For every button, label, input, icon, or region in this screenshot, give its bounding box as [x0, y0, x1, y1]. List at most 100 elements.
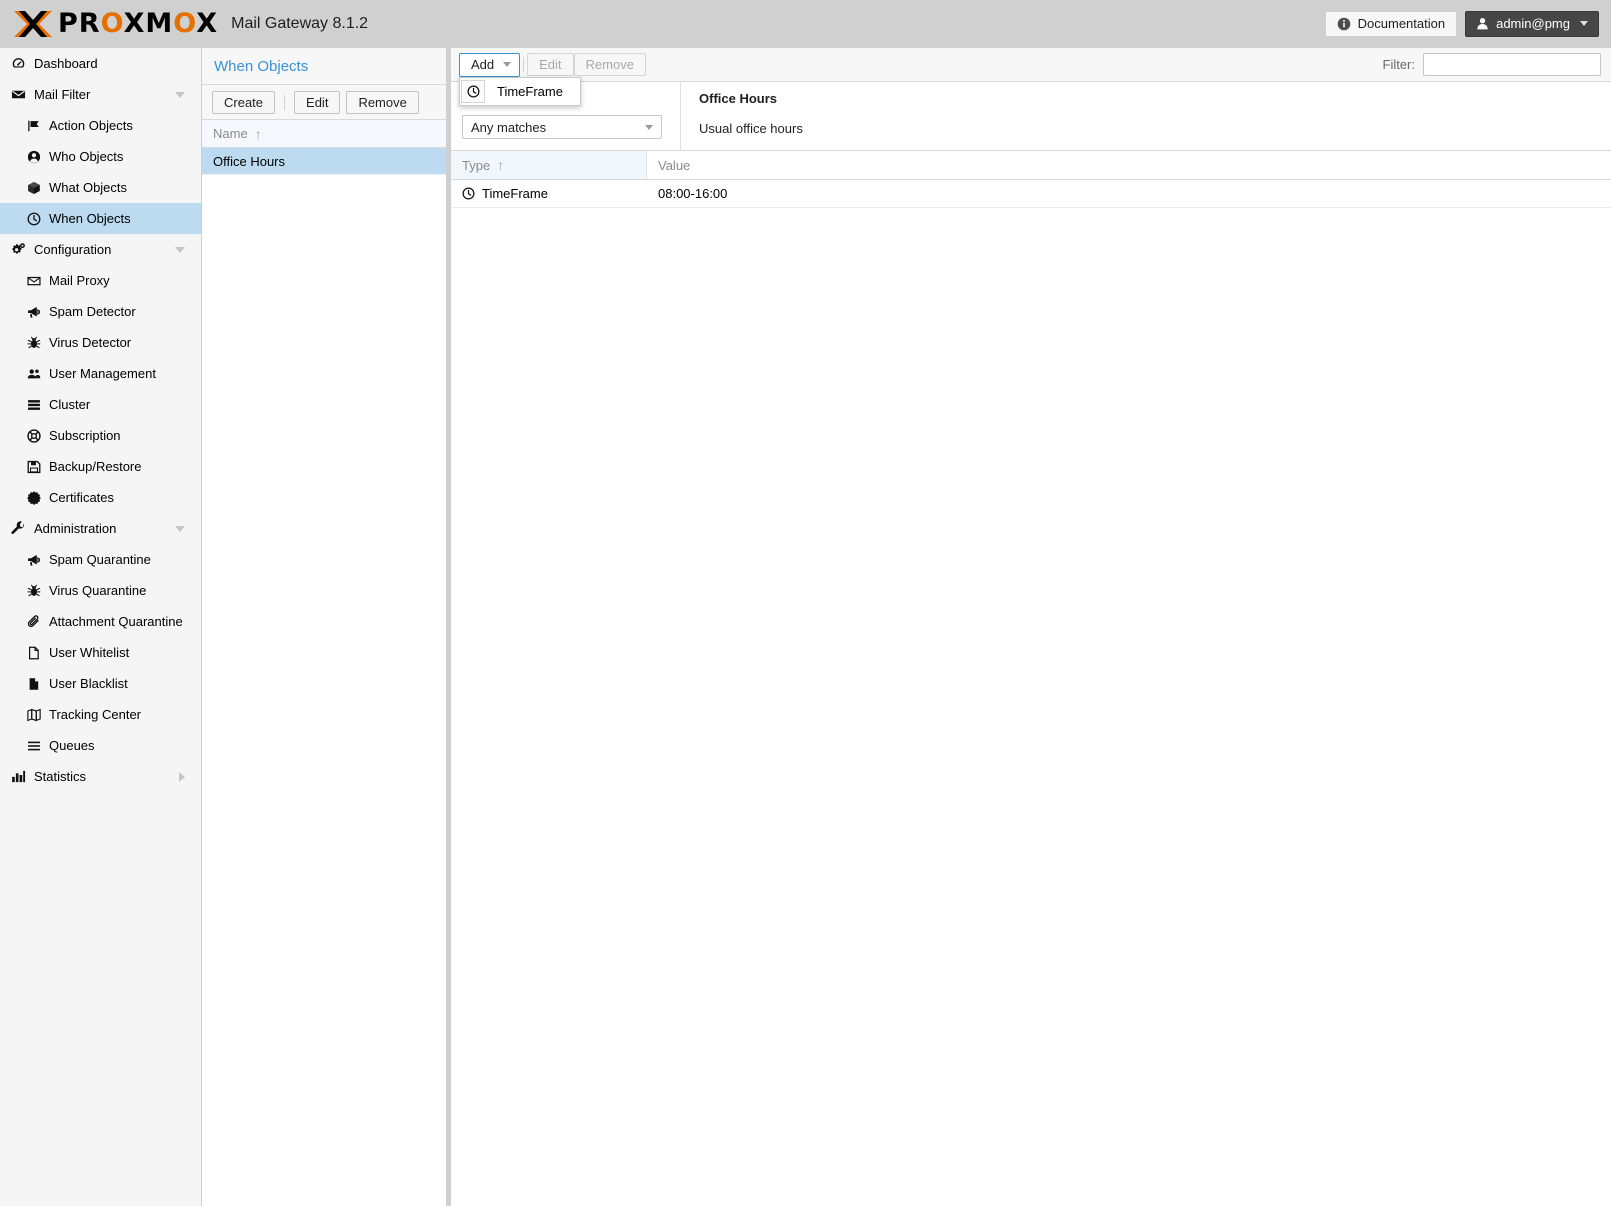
detail-remove-button[interactable]: Remove: [574, 53, 646, 76]
cube-icon: [25, 181, 42, 195]
value-column-label: Value: [658, 158, 690, 173]
logo-part-o1: O: [101, 8, 124, 39]
sidebar-item-mail-filter[interactable]: Mail Filter: [0, 79, 201, 110]
match-if-select[interactable]: Any matches: [462, 115, 662, 139]
bug-icon: [25, 336, 42, 350]
create-button[interactable]: Create: [212, 91, 275, 114]
toolbar-separator: [523, 57, 524, 72]
cell-value-label: 08:00-16:00: [658, 186, 727, 201]
chevron-right-icon[interactable]: [179, 772, 185, 782]
name-column-header[interactable]: Name ↑: [202, 120, 446, 148]
sidebar-item-label: Dashboard: [34, 56, 98, 71]
envelope-open-icon: [25, 274, 42, 288]
logo-part-pr: PR: [58, 8, 101, 39]
sidebar-item-virus-detector[interactable]: Virus Detector: [0, 327, 201, 358]
grid-rows: TimeFrame 08:00-16:00: [451, 180, 1611, 208]
user-label: admin@pmg: [1496, 16, 1570, 31]
sidebar-item-label: Attachment Quarantine: [49, 614, 183, 629]
sort-ascending-icon: ↑: [255, 126, 262, 142]
object-detail-panel: Add Edit Remove Filter: TimeFrame Match …: [450, 47, 1611, 1206]
toolbar-separator: [284, 95, 285, 110]
sidebar-item-label: Who Objects: [49, 149, 123, 164]
sidebar-item-what-objects[interactable]: What Objects: [0, 172, 201, 203]
sidebar-item-queues[interactable]: Queues: [0, 730, 201, 761]
sidebar-item-label: What Objects: [49, 180, 127, 195]
app-body: Dashboard Mail Filter Action Objects Who Ob…: [0, 47, 1611, 1206]
sidebar-item-cluster[interactable]: Cluster: [0, 389, 201, 420]
cell-type: TimeFrame: [451, 180, 647, 207]
list-icon: [25, 739, 42, 753]
filter-input[interactable]: [1423, 53, 1601, 76]
sidebar-item-label: Virus Quarantine: [49, 583, 146, 598]
sidebar-item-when-objects[interactable]: When Objects: [0, 203, 201, 234]
envelope-icon: [10, 87, 27, 102]
sidebar-item-label: Spam Quarantine: [49, 552, 151, 567]
remove-button[interactable]: Remove: [346, 91, 418, 114]
chevron-down-icon[interactable]: [175, 247, 185, 253]
sidebar-item-label: When Objects: [49, 211, 131, 226]
sidebar-item-virus-quarantine[interactable]: Virus Quarantine: [0, 575, 201, 606]
file-outline-icon: [25, 646, 42, 660]
sidebar-item-user-whitelist[interactable]: User Whitelist: [0, 637, 201, 668]
type-column-header[interactable]: Type ↑: [451, 151, 647, 179]
sidebar-item-label: Backup/Restore: [49, 459, 142, 474]
chevron-down-icon[interactable]: [175, 92, 185, 98]
users-icon: [25, 367, 42, 381]
list-item[interactable]: Office Hours: [202, 148, 446, 175]
table-row[interactable]: TimeFrame 08:00-16:00: [451, 180, 1611, 208]
sidebar-item-subscription[interactable]: Subscription: [0, 420, 201, 451]
user-icon: [1476, 17, 1489, 30]
clock-icon: [25, 212, 42, 226]
sidebar-item-user-management[interactable]: User Management: [0, 358, 201, 389]
sidebar-item-label: Tracking Center: [49, 707, 141, 722]
chevron-down-icon[interactable]: [175, 526, 185, 532]
sidebar-item-action-objects[interactable]: Action Objects: [0, 110, 201, 141]
sidebar-item-label: User Blacklist: [49, 676, 128, 691]
documentation-label: Documentation: [1358, 16, 1445, 31]
certificate-icon: [25, 491, 42, 505]
header-actions: Documentation admin@pmg: [1325, 11, 1599, 37]
value-column-header[interactable]: Value: [647, 151, 690, 179]
sidebar-item-label: Queues: [49, 738, 95, 753]
sidebar-item-attachment-quarantine[interactable]: Attachment Quarantine: [0, 606, 201, 637]
flag-icon: [25, 119, 42, 133]
sidebar-item-backup-restore[interactable]: Backup/Restore: [0, 451, 201, 482]
match-if-value: Any matches: [471, 120, 546, 135]
sidebar-item-user-blacklist[interactable]: User Blacklist: [0, 668, 201, 699]
sidebar-item-label: Action Objects: [49, 118, 133, 133]
filter-label: Filter:: [1383, 57, 1416, 72]
add-button-label: Add: [471, 57, 494, 72]
object-description: Usual office hours: [699, 121, 803, 136]
user-circle-icon: [25, 150, 42, 164]
detail-toolbar: Add Edit Remove Filter:: [451, 48, 1611, 82]
sidebar-item-certificates[interactable]: Certificates: [0, 482, 201, 513]
sidebar-item-label: Certificates: [49, 490, 114, 505]
name-column-label: Name: [213, 126, 248, 141]
user-menu-button[interactable]: admin@pmg: [1465, 11, 1599, 37]
sidebar-item-label: User Whitelist: [49, 645, 129, 660]
menu-item-timeframe[interactable]: TimeFrame: [461, 79, 579, 104]
documentation-button[interactable]: Documentation: [1325, 11, 1457, 37]
sidebar-item-administration[interactable]: Administration: [0, 513, 201, 544]
sidebar-nav: Dashboard Mail Filter Action Objects Who Ob…: [0, 47, 202, 1206]
wrench-icon: [10, 521, 27, 536]
dashboard-icon: [10, 56, 27, 71]
sidebar-item-dashboard[interactable]: Dashboard: [0, 48, 201, 79]
add-button[interactable]: Add: [459, 53, 520, 77]
sidebar-item-who-objects[interactable]: Who Objects: [0, 141, 201, 172]
logo-part-x: X: [196, 8, 218, 39]
sidebar-item-configuration[interactable]: Configuration: [0, 234, 201, 265]
sidebar-item-mail-proxy[interactable]: Mail Proxy: [0, 265, 201, 296]
detail-edit-button[interactable]: Edit: [527, 53, 573, 76]
chevron-down-icon: [1580, 21, 1588, 26]
object-summary: Office Hours Usual office hours: [681, 82, 803, 150]
sidebar-item-label: Mail Proxy: [49, 273, 110, 288]
filter-area: Filter:: [1383, 53, 1602, 76]
edit-button[interactable]: Edit: [294, 91, 340, 114]
sidebar-item-label: Cluster: [49, 397, 90, 412]
sidebar-item-tracking-center[interactable]: Tracking Center: [0, 699, 201, 730]
logo-part-o2: O: [173, 8, 196, 39]
sidebar-item-statistics[interactable]: Statistics: [0, 761, 201, 792]
sidebar-item-spam-detector[interactable]: Spam Detector: [0, 296, 201, 327]
sidebar-item-spam-quarantine[interactable]: Spam Quarantine: [0, 544, 201, 575]
